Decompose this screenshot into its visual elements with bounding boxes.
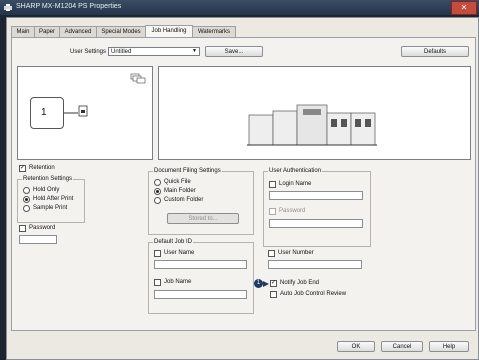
user-settings-label: User Settings [70, 49, 107, 55]
login-name-field[interactable] [269, 191, 363, 200]
notify-job-end-label: Notify Job End [280, 280, 320, 286]
printer-icon [4, 4, 12, 11]
retention-password-field[interactable] [19, 235, 57, 244]
job-handling-panel: User Settings Untitled ▼ Save... Default… [11, 37, 476, 331]
tab-job-handling[interactable]: Job Handling [145, 25, 193, 37]
main-folder-radio[interactable] [154, 188, 161, 195]
custom-folder-label: Custom Folder [164, 197, 204, 203]
window-title: SHARP MX-M1204 PS Properties [16, 3, 122, 10]
stored-to-button[interactable]: Stored to... [167, 213, 239, 224]
job-name-field[interactable] [154, 290, 247, 299]
retention-label: Retention [29, 165, 55, 171]
user-name-field[interactable] [154, 260, 247, 269]
output-preview: 1 [17, 66, 153, 160]
hold-only-radio[interactable] [23, 187, 30, 194]
user-number-field[interactable] [268, 260, 362, 269]
tab-main[interactable]: Main [11, 26, 35, 37]
document-filing-group: Document Filing Settings Quick File Main… [148, 168, 254, 235]
help-button[interactable]: Help [429, 341, 469, 352]
defaults-button[interactable]: Defaults [401, 46, 469, 57]
close-icon[interactable]: ✕ [451, 1, 477, 15]
retention-password-checkbox[interactable] [19, 225, 26, 232]
save-button[interactable]: Save... [205, 46, 263, 57]
custom-folder-radio[interactable] [154, 197, 161, 204]
user-number-label: User Number [278, 250, 314, 256]
chevron-down-icon: ▼ [192, 48, 197, 54]
retention-settings-title: Retention Settings [22, 176, 74, 182]
user-authentication-group: User Authentication Login Name Password [263, 168, 371, 247]
auto-job-control-label: Auto Job Control Review [280, 291, 347, 297]
tab-paper[interactable]: Paper [34, 26, 60, 37]
tray-icon [78, 105, 88, 117]
auth-password-checkbox[interactable] [269, 208, 276, 215]
user-settings-select[interactable]: Untitled ▼ [108, 47, 200, 56]
arrow-right-icon [263, 281, 269, 287]
user-authentication-title: User Authentication [268, 168, 323, 174]
sample-print-radio[interactable] [23, 205, 30, 212]
quick-file-radio[interactable] [154, 179, 161, 186]
default-job-id-title: Default Job ID [153, 239, 194, 245]
properties-dialog: Main Paper Advanced Special Modes Job Ha… [6, 17, 479, 360]
tab-watermarks[interactable]: Watermarks [192, 26, 236, 37]
login-name-label: Login Name [279, 181, 312, 187]
hold-after-print-label: Hold After Print [33, 196, 74, 202]
default-job-id-group: Default Job ID User Name Job Name [148, 239, 254, 314]
user-name-checkbox[interactable] [154, 250, 161, 257]
page-preview: 1 [30, 97, 64, 129]
retention-password-label: Password [29, 225, 56, 231]
auth-password-field[interactable] [269, 219, 363, 228]
quick-file-label: Quick File [164, 179, 191, 185]
tab-special-modes[interactable]: Special Modes [96, 26, 146, 37]
user-number-checkbox[interactable] [268, 250, 275, 257]
main-folder-label: Main Folder [164, 188, 196, 194]
notify-job-end-checkbox[interactable]: ✓ [270, 280, 277, 287]
title-bar: SHARP MX-M1204 PS Properties ✕ [0, 0, 479, 15]
auth-password-label: Password [279, 208, 306, 214]
page-number: 1 [41, 107, 47, 118]
callout-badge: 1 [254, 279, 263, 288]
login-name-checkbox[interactable] [269, 181, 276, 188]
job-name-label: Job Name [164, 279, 192, 285]
user-name-label: User Name [164, 250, 195, 256]
job-name-checkbox[interactable] [154, 279, 161, 286]
retention-settings-group: Retention Settings Hold Only Hold After … [17, 176, 85, 223]
document-filing-title: Document Filing Settings [153, 168, 222, 174]
retention-checkbox[interactable]: ✓ [19, 165, 26, 172]
ok-button[interactable]: OK [337, 341, 375, 352]
printer-preview [158, 66, 471, 160]
sample-print-label: Sample Print [33, 205, 68, 211]
hold-after-print-radio[interactable] [23, 196, 30, 203]
printer-machine-icon [247, 104, 377, 146]
hold-only-label: Hold Only [33, 187, 60, 193]
tab-advanced[interactable]: Advanced [59, 26, 97, 37]
user-settings-value: Untitled [111, 49, 132, 55]
auto-job-control-checkbox[interactable] [270, 291, 277, 298]
cancel-button[interactable]: Cancel [381, 341, 423, 352]
stapled-pages-icon [130, 73, 146, 84]
